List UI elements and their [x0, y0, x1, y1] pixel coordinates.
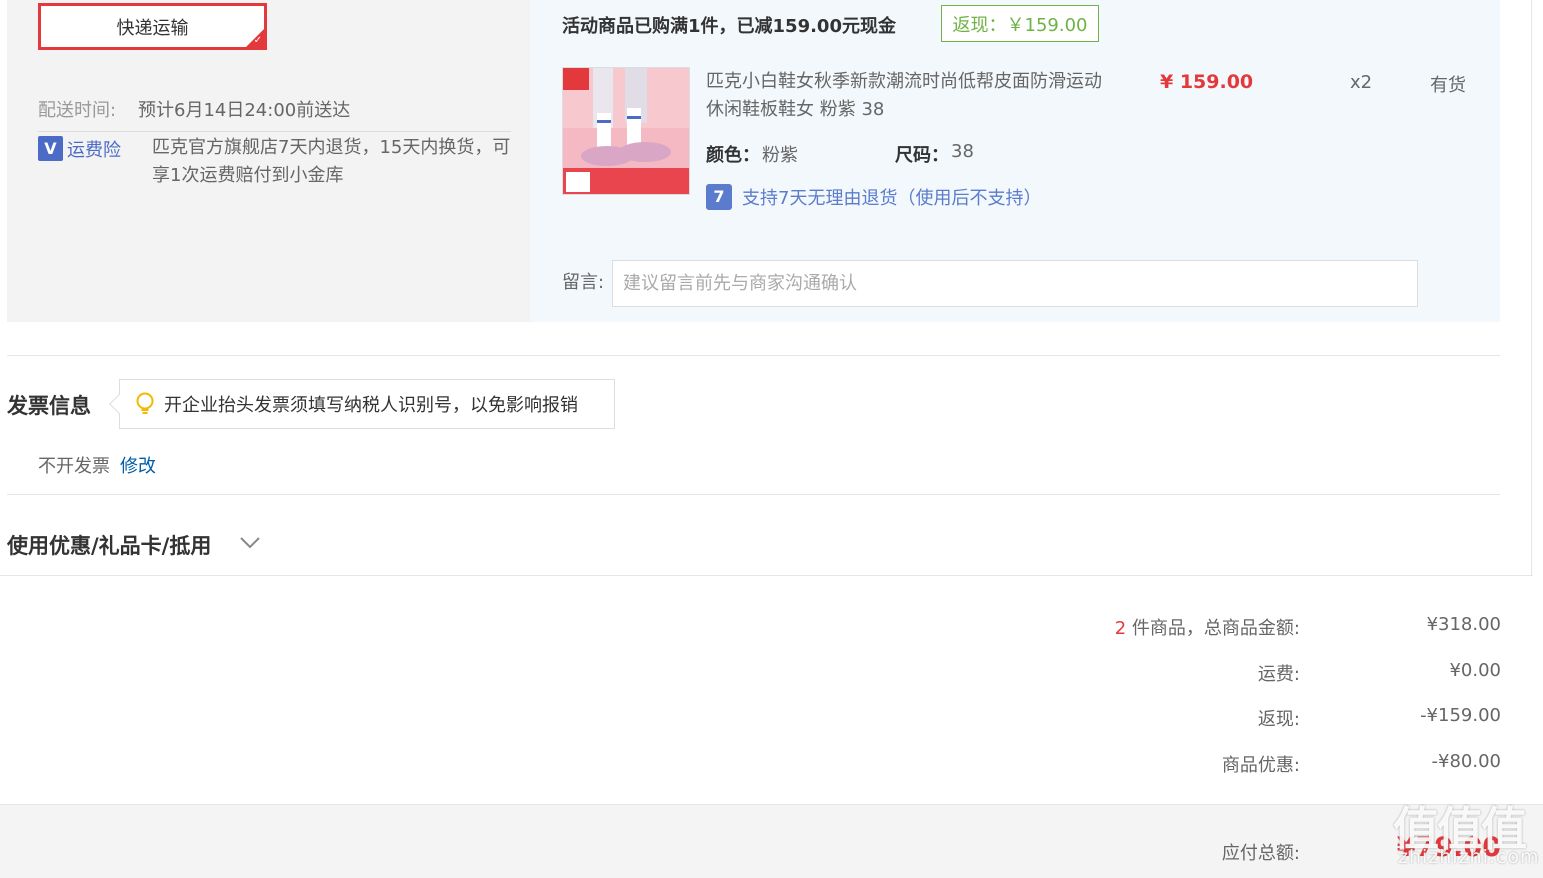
message-input[interactable]: [612, 260, 1418, 307]
goods-total-value: ¥318.00: [1426, 614, 1501, 635]
discount-value: -¥80.00: [1431, 751, 1501, 772]
insurance-shield-icon: V: [38, 136, 63, 161]
discount-label: 商品优惠:: [1221, 755, 1300, 776]
freight-label: 运费:: [1257, 664, 1300, 685]
divider: [7, 355, 1500, 356]
watermark-url: zhizhizhi.com: [1398, 846, 1540, 868]
goods-count: 2: [1114, 618, 1127, 639]
goods-total-label: 2 件商品，总商品金额:: [1115, 614, 1300, 640]
message-label: 留言:: [562, 272, 605, 293]
product-image[interactable]: [562, 67, 690, 195]
product-quantity: x2: [1350, 72, 1373, 93]
product-title[interactable]: 匹克小白鞋女秋季新款潮流时尚低帮皮面防滑运动休闲鞋板鞋女 粉紫 38: [706, 68, 1106, 124]
cashback-label: 返现:: [1257, 709, 1300, 730]
invoice-title: 发票信息: [7, 394, 91, 418]
seven-day-return-icon: 7: [706, 184, 732, 210]
tip-arrow: [109, 394, 129, 414]
right-border: [1531, 0, 1532, 575]
invoice-tip: 开企业抬头发票须填写纳税人识别号，以免影响报销: [109, 379, 615, 429]
chevron-down-icon[interactable]: [238, 531, 262, 553]
return-policy-text: 支持7天无理由退货（使用后不支持）: [742, 188, 1042, 209]
goods-count-suffix: 件商品，总商品金额:: [1131, 618, 1300, 639]
freight-insurance-desc: 匹克官方旗舰店7天内退货，15天内换货，可享1次运费赔付到小金库: [152, 137, 511, 186]
cashback-tag: 返现：￥159.00: [941, 5, 1099, 42]
size-key: 尺码：: [895, 145, 949, 166]
check-icon: ✓: [253, 35, 262, 46]
divider: [38, 131, 511, 132]
payment-footer: [0, 804, 1543, 878]
size-value: 38: [951, 141, 974, 162]
delivery-time-value: 预计6月14日24:00前送达: [138, 100, 351, 121]
product-price: ¥ 159.00: [1160, 71, 1254, 93]
cashback-value: -¥159.00: [1420, 705, 1501, 726]
color-key: 颜色：: [706, 145, 760, 166]
delivery-time-label: 配送时间:: [38, 100, 117, 121]
invoice-tip-text: 开企业抬头发票须填写纳税人识别号，以免影响报销: [164, 395, 578, 416]
stock-status: 有货: [1430, 75, 1466, 96]
promotion-text: 活动商品已购满1件，已减159.00元现金: [562, 16, 896, 37]
divider: [7, 494, 1500, 495]
invoice-edit-link[interactable]: 修改: [120, 452, 156, 478]
discount-section-toggle[interactable]: 使用优惠/礼品卡/抵用: [7, 530, 211, 560]
divider: [0, 575, 1533, 576]
freight-insurance-label[interactable]: 运费险: [67, 136, 121, 162]
freight-value: ¥0.00: [1449, 660, 1501, 681]
invoice-value: 不开发票: [38, 456, 110, 477]
lightbulb-icon: [136, 392, 154, 414]
color-value: 粉紫: [762, 145, 798, 166]
payable-label: 应付总额:: [1221, 843, 1300, 864]
shipping-method-label: 快递运输: [116, 17, 189, 39]
shoe-image-icon: [563, 68, 689, 194]
shipping-method-button[interactable]: 快递运输 ✓: [38, 3, 267, 50]
